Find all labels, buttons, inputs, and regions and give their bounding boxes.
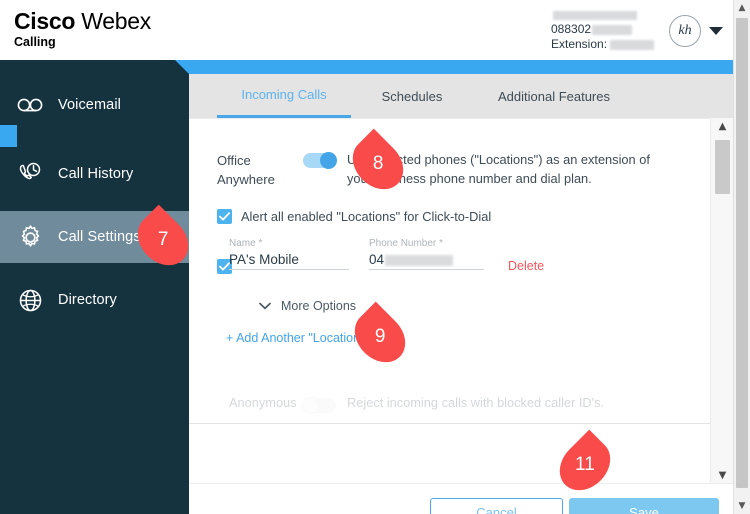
sidebar-item-call-history[interactable]: Call History <box>0 148 189 200</box>
toggle-knob <box>320 152 337 169</box>
settings-panel-scroll-content: Office Anywhere Use selected phones ("Lo… <box>189 119 710 484</box>
scroll-down-icon[interactable]: ▼ <box>711 467 733 483</box>
toggle-knob <box>302 397 319 414</box>
chevron-down-icon <box>258 299 272 313</box>
location-phone-value-wrap[interactable]: 04 <box>369 250 484 270</box>
location-phone-label: Phone Number * <box>369 238 443 249</box>
page-scrollbar-highlight <box>0 125 17 147</box>
globe-icon <box>13 283 47 317</box>
user-info: 088302 Extension: <box>551 7 671 51</box>
alert-checkbox[interactable] <box>217 209 232 224</box>
main-content: Incoming Calls Schedules Additional Feat… <box>189 60 733 514</box>
webex-calling-app: Cisco Webex Calling 088302 Extension: kh <box>0 0 750 514</box>
app-header: Cisco Webex Calling 088302 Extension: kh <box>0 0 733 61</box>
user-extension: Extension: <box>551 37 671 51</box>
anonymous-description: Reject incoming calls with blocked calle… <box>347 395 605 410</box>
sidebar-item-label: Call History <box>58 166 134 182</box>
page-scrollbar[interactable]: ▲ ▼ <box>733 0 750 514</box>
tab-bar: Incoming Calls Schedules Additional Feat… <box>189 74 733 118</box>
brand-webex: Webex <box>81 8 151 34</box>
brand-title: Cisco Webex <box>14 8 151 34</box>
alert-click-to-dial-row[interactable]: Alert all enabled "Locations" for Click-… <box>217 209 491 224</box>
callout-number: 9 <box>374 325 386 347</box>
redaction-bar <box>385 254 454 266</box>
user-name-redacted <box>551 7 671 21</box>
panel-divider <box>189 423 710 424</box>
tab-label: Schedules <box>381 88 443 104</box>
anonymous-call-rejection-row: Anonymous Reject incoming calls with blo… <box>189 387 710 425</box>
tab-incoming-calls[interactable]: Incoming Calls <box>217 74 351 118</box>
user-phone-number: 088302 <box>551 22 671 36</box>
callout-number: 8 <box>372 152 384 174</box>
redaction-bar <box>592 24 633 35</box>
anonymous-toggle[interactable] <box>302 397 336 414</box>
redaction-bar <box>553 11 637 21</box>
avatar[interactable]: kh <box>669 15 701 47</box>
chevron-down-icon[interactable] <box>709 27 723 35</box>
voicemail-icon <box>13 88 47 122</box>
delete-location-link[interactable]: Delete <box>508 259 544 273</box>
brand-subtitle: Calling <box>14 35 56 49</box>
user-extension-label: Extension: <box>551 37 608 51</box>
gear-icon <box>13 220 47 254</box>
call-history-icon <box>13 157 47 191</box>
page-scroll-down-icon[interactable]: ▼ <box>734 498 750 514</box>
cancel-button[interactable]: Cancel <box>430 498 563 514</box>
sidebar-item-label: Directory <box>58 292 117 308</box>
sidebar-item-label: Call Settings <box>58 229 141 245</box>
tab-additional-features[interactable]: Additional Features <box>469 74 639 118</box>
avatar-initials: kh <box>678 23 692 38</box>
office-anywhere-label: Office Anywhere <box>217 153 275 187</box>
sidebar-corner-notch <box>175 60 189 74</box>
settings-panel: Office Anywhere Use selected phones ("Lo… <box>189 118 733 484</box>
location-phone-value: 04 <box>369 252 385 267</box>
tab-label: Incoming Calls <box>241 87 327 102</box>
brand-logo: Cisco Webex Calling <box>14 8 151 49</box>
location-phone-field[interactable]: Phone Number * 04 <box>369 237 484 270</box>
scrollbar-thumb[interactable] <box>715 140 730 194</box>
form-footer: Cancel Save <box>189 483 733 514</box>
accent-bar <box>189 60 733 74</box>
redaction-bar <box>610 39 655 50</box>
sidebar-item-label: Voicemail <box>58 97 121 113</box>
location-row: Name * PA's Mobile Phone Number * 04 Del… <box>189 237 710 285</box>
save-button[interactable]: Save <box>569 498 719 514</box>
office-anywhere-toggle[interactable] <box>303 152 337 169</box>
more-options-label: More Options <box>281 299 357 313</box>
add-location-link[interactable]: + Add Another "Location" <box>226 331 365 345</box>
sidebar: Voicemail Call History Call Settings Dir… <box>0 60 189 514</box>
location-name-value[interactable]: PA's Mobile <box>229 250 349 270</box>
tab-label: Additional Features <box>497 88 610 104</box>
user-phone-value: 088302 <box>551 22 592 36</box>
panel-scrollbar[interactable]: ▲ ▼ <box>710 118 733 483</box>
location-name-label: Name * <box>229 238 263 249</box>
callout-number: 11 <box>575 454 595 476</box>
sidebar-item-directory[interactable]: Directory <box>0 274 189 326</box>
brand-cisco: Cisco <box>14 8 76 34</box>
page-scrollbar-thumb[interactable] <box>736 18 748 488</box>
tab-schedules[interactable]: Schedules <box>361 74 463 118</box>
sidebar-item-voicemail[interactable]: Voicemail <box>0 79 189 131</box>
callout-number: 7 <box>157 228 169 250</box>
page-scroll-up-icon[interactable]: ▲ <box>734 0 750 16</box>
more-options-toggle[interactable]: More Options <box>258 299 356 313</box>
anonymous-label: Anonymous <box>229 395 297 410</box>
scroll-up-icon[interactable]: ▲ <box>711 118 733 134</box>
location-name-field[interactable]: Name * PA's Mobile <box>229 237 349 270</box>
alert-checkbox-label: Alert all enabled "Locations" for Click-… <box>241 209 492 224</box>
